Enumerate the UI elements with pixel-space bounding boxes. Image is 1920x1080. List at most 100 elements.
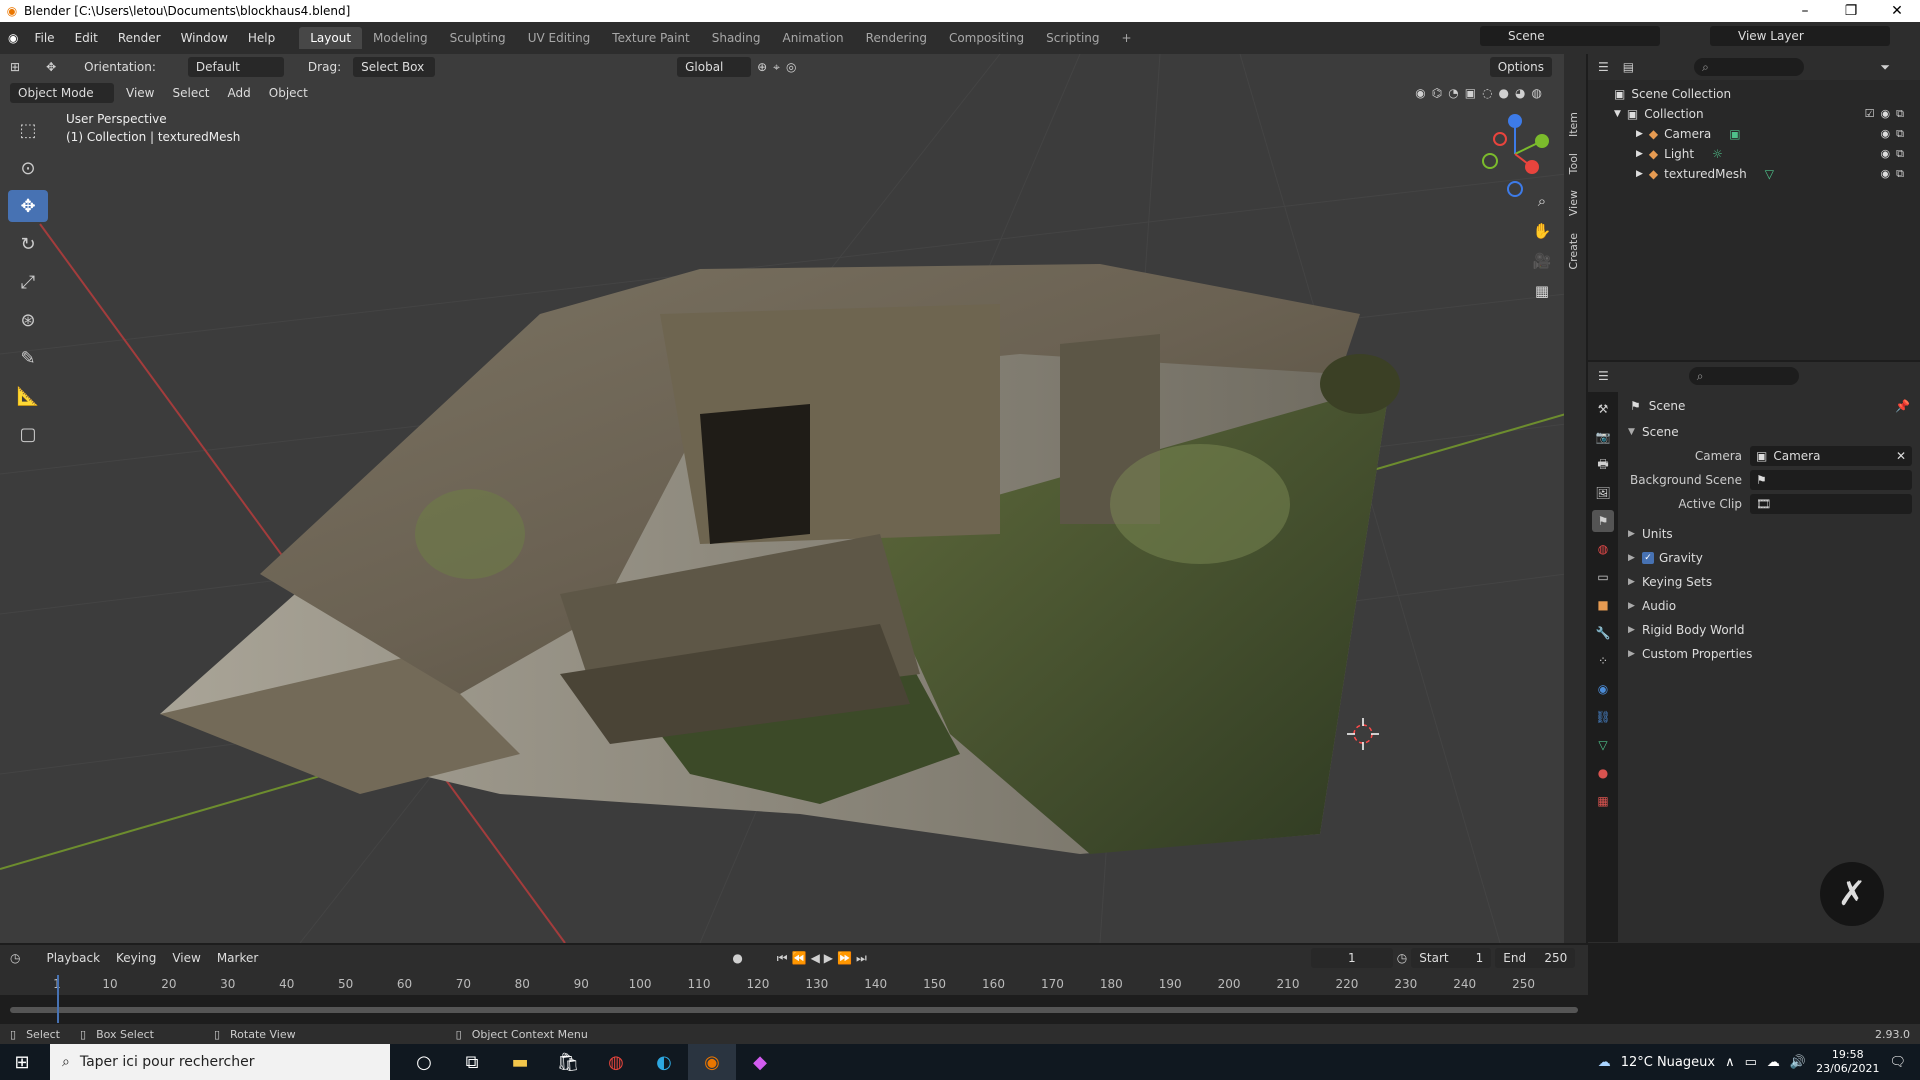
material-tab-icon[interactable]: ● [1592,762,1614,784]
timeline-track-area[interactable] [0,995,1588,1025]
menu-edit[interactable]: Edit [65,31,108,45]
output-tab-icon[interactable]: 🖶 [1592,454,1614,476]
rotate-tool-icon[interactable]: ↻ [8,228,48,260]
measure-tool-icon[interactable]: 📐 [8,380,48,412]
drag-dropdown[interactable]: Select Box [353,57,436,77]
background-scene-field[interactable]: ⚑ [1750,470,1912,490]
view-layer-tab-icon[interactable]: 🖼 [1592,482,1614,504]
gizmo-icon[interactable]: ⌬ [1432,86,1442,100]
clock[interactable]: 19:58 23/06/2021 [1816,1048,1879,1076]
onedrive-icon[interactable]: ☁ [1767,1055,1780,1070]
visibility-toggles[interactable]: ◉⧉ [1881,147,1910,161]
move-tool-button-icon[interactable]: ✥ [8,190,48,222]
menu-window[interactable]: Window [171,31,238,45]
panel-scene[interactable]: ▼ Scene [1620,420,1920,444]
expand-arrow-icon[interactable]: ▶ [1636,169,1643,179]
tab-sculpting[interactable]: Sculpting [439,27,517,49]
menu-keying[interactable]: Keying [110,949,162,967]
timeline-editor-icon[interactable]: ◷ [10,951,20,965]
proportional-edit-icon[interactable]: ◎ [786,60,796,74]
menu-timeline-view[interactable]: View [166,949,206,967]
collection-tab-icon[interactable]: ▭ [1592,566,1614,588]
volume-icon[interactable]: 🔊 [1790,1055,1806,1070]
visibility-toggles[interactable]: ◉⧉ [1881,127,1910,141]
windows-start-icon[interactable]: ⊞ [0,1052,44,1073]
panel-units[interactable]: ▶ Units [1620,522,1920,546]
clear-icon[interactable]: ✕ [1896,449,1906,463]
pin-icon[interactable]: 📌 [1895,399,1910,413]
snap-icon[interactable]: ⌖ [773,60,780,75]
record-icon[interactable]: ● [732,951,742,965]
display-mode-icon[interactable]: ▤ [1623,60,1634,74]
particles-tab-icon[interactable]: ⁘ [1592,650,1614,672]
notification-icon[interactable]: 🗨 [1889,1055,1906,1070]
3d-viewport[interactable]: ⊞ ✥ Orientation: Default Drag: Select Bo… [0,54,1566,943]
physics-tab-icon[interactable]: ◉ [1592,678,1614,700]
sidebar-tab-view[interactable]: View [1564,182,1583,224]
modifier-tab-icon[interactable]: 🔧 [1592,622,1614,644]
orientation-dropdown[interactable]: Default [187,57,284,77]
view-layer-selector[interactable]: View Layer [1710,26,1890,46]
outliner-row-camera[interactable]: ▶ ◆ Camera ▣ ◉⧉ [1588,124,1920,144]
network-icon[interactable]: ▭ [1745,1055,1757,1070]
zoom-icon[interactable]: ⌕ [1530,189,1554,213]
shading-solid-icon[interactable]: ● [1499,86,1509,100]
navigation-gizmo[interactable] [1470,109,1560,199]
outliner-row-scene-collection[interactable]: ▣ Scene Collection [1588,84,1920,104]
expand-arrow-icon[interactable]: ▶ [1636,129,1643,139]
taskbar-search[interactable]: ⌕ Taper ici pour rechercher [50,1044,390,1080]
shading-wireframe-icon[interactable]: ◌ [1482,86,1492,100]
active-clip-field[interactable]: 🎞 [1750,494,1912,514]
object-tab-icon[interactable]: ■ [1592,594,1614,616]
scale-tool-icon[interactable]: ⤢ [8,266,48,298]
tab-scripting[interactable]: Scripting [1035,27,1110,49]
xray-icon[interactable]: ▣ [1465,86,1476,100]
tab-uv-editing[interactable]: UV Editing [517,27,602,49]
scene-tab-icon[interactable]: ⚑ [1592,510,1614,532]
jump-keyframe-back-icon[interactable]: ⏪ [792,951,807,965]
transform-orientation-dropdown[interactable]: Global [677,57,752,77]
add-cube-tool-icon[interactable]: ▢ [8,418,48,450]
tab-texture-paint[interactable]: Texture Paint [601,27,700,49]
cortana-icon[interactable]: ○ [400,1044,448,1080]
scene-selector[interactable]: Scene [1480,26,1660,46]
annotate-tool-icon[interactable]: ✎ [8,342,48,374]
overlay-icon[interactable]: ◔ [1448,86,1458,100]
jump-keyframe-forward-icon[interactable]: ⏩ [837,951,852,965]
tab-modeling[interactable]: Modeling [362,27,439,49]
menu-playback[interactable]: Playback [40,949,106,967]
outliner-search-input[interactable]: ⌕ [1694,58,1805,76]
shading-material-icon[interactable]: ◕ [1515,86,1525,100]
task-view-icon[interactable]: ⧉ [448,1044,496,1080]
sidebar-tab-item[interactable]: Item [1564,104,1583,145]
expand-arrow-icon[interactable]: ▼ [1614,109,1621,119]
move-tool-icon[interactable]: ✥ [46,60,56,74]
tray-expand-icon[interactable]: ∧ [1725,1055,1735,1070]
add-workspace-button[interactable]: + [1111,27,1143,49]
properties-editor-icon[interactable]: ☰ [1598,369,1609,383]
preview-range-icon[interactable]: ◷ [1397,951,1407,965]
visibility-icon[interactable]: ◉ [1415,86,1425,100]
options-dropdown[interactable]: Options [1489,57,1552,77]
blender-menu-icon[interactable]: ◉ [8,31,18,45]
restore-icon[interactable]: ❐ [1828,3,1874,19]
visibility-toggles[interactable]: ☑◉⧉ [1865,107,1910,121]
world-tab-icon[interactable]: ◍ [1592,538,1614,560]
timeline-ruler[interactable]: 1102030405060708090100110120130140150160… [0,975,1588,995]
timeline-scrollbar[interactable] [10,1007,1578,1013]
menu-add[interactable]: Add [222,84,257,102]
tool-tab-icon[interactable]: ⚒ [1592,398,1614,420]
sidebar-tab-tool[interactable]: Tool [1564,145,1583,182]
constraints-tab-icon[interactable]: ⛓ [1592,706,1614,728]
start-frame-field[interactable]: Start 1 [1411,948,1492,968]
weather-text[interactable]: 12°C Nuageux [1621,1055,1715,1070]
pan-hand-icon[interactable]: ✋ [1530,219,1554,243]
outliner-row-textured-mesh[interactable]: ▶ ◆ texturedMesh ▽ ◉⧉ [1588,164,1920,184]
panel-gravity[interactable]: ▶ ✓ Gravity [1620,546,1920,570]
menu-view[interactable]: View [120,84,160,102]
pivot-icon[interactable]: ⊕ [757,60,767,74]
panel-audio[interactable]: ▶ Audio [1620,594,1920,618]
tab-animation[interactable]: Animation [771,27,854,49]
edge-icon[interactable]: ◐ [640,1044,688,1080]
data-tab-icon[interactable]: ▽ [1592,734,1614,756]
